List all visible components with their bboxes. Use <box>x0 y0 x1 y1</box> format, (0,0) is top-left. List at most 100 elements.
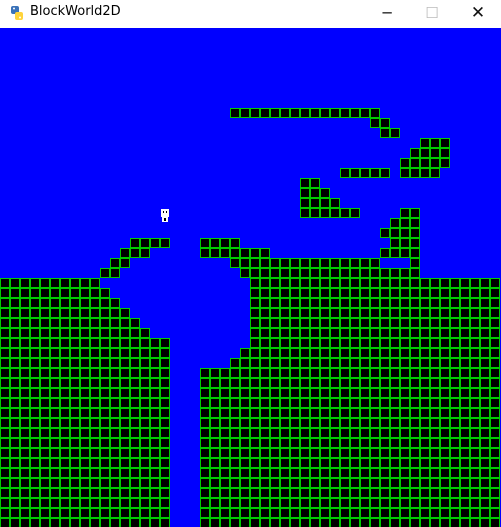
block[interactable] <box>270 358 280 368</box>
block[interactable] <box>210 408 220 418</box>
block[interactable] <box>250 388 260 398</box>
block[interactable] <box>280 508 290 518</box>
block[interactable] <box>230 508 240 518</box>
block[interactable] <box>450 518 460 527</box>
block[interactable] <box>290 308 300 318</box>
block[interactable] <box>270 448 280 458</box>
block[interactable] <box>130 428 140 438</box>
block[interactable] <box>300 468 310 478</box>
block[interactable] <box>20 308 30 318</box>
block[interactable] <box>440 368 450 378</box>
block[interactable] <box>250 378 260 388</box>
block[interactable] <box>30 458 40 468</box>
block[interactable] <box>140 358 150 368</box>
block[interactable] <box>340 438 350 448</box>
block[interactable] <box>310 208 320 218</box>
block[interactable] <box>220 238 230 248</box>
block[interactable] <box>370 108 380 118</box>
block[interactable] <box>350 208 360 218</box>
block[interactable] <box>440 298 450 308</box>
block[interactable] <box>90 398 100 408</box>
block[interactable] <box>340 518 350 527</box>
block[interactable] <box>380 488 390 498</box>
block[interactable] <box>30 358 40 368</box>
block[interactable] <box>380 338 390 348</box>
block[interactable] <box>420 488 430 498</box>
block[interactable] <box>270 308 280 318</box>
block[interactable] <box>400 408 410 418</box>
block[interactable] <box>480 508 490 518</box>
block[interactable] <box>320 338 330 348</box>
block[interactable] <box>320 498 330 508</box>
block[interactable] <box>340 418 350 428</box>
block[interactable] <box>70 428 80 438</box>
block[interactable] <box>460 408 470 418</box>
block[interactable] <box>280 368 290 378</box>
block[interactable] <box>150 338 160 348</box>
block[interactable] <box>0 378 10 388</box>
block[interactable] <box>430 368 440 378</box>
block[interactable] <box>300 338 310 348</box>
block[interactable] <box>340 288 350 298</box>
block[interactable] <box>150 358 160 368</box>
block[interactable] <box>260 488 270 498</box>
block[interactable] <box>10 348 20 358</box>
block[interactable] <box>420 298 430 308</box>
block[interactable] <box>300 278 310 288</box>
block[interactable] <box>240 488 250 498</box>
block[interactable] <box>410 448 420 458</box>
block[interactable] <box>300 108 310 118</box>
block[interactable] <box>330 358 340 368</box>
block[interactable] <box>150 428 160 438</box>
block[interactable] <box>420 288 430 298</box>
block[interactable] <box>450 398 460 408</box>
block[interactable] <box>490 418 500 428</box>
block[interactable] <box>320 258 330 268</box>
block[interactable] <box>100 308 110 318</box>
block[interactable] <box>340 258 350 268</box>
block[interactable] <box>410 218 420 228</box>
block[interactable] <box>300 478 310 488</box>
block[interactable] <box>250 278 260 288</box>
block[interactable] <box>330 438 340 448</box>
block[interactable] <box>280 348 290 358</box>
block[interactable] <box>290 368 300 378</box>
block[interactable] <box>80 458 90 468</box>
block[interactable] <box>340 298 350 308</box>
block[interactable] <box>350 458 360 468</box>
block[interactable] <box>290 298 300 308</box>
block[interactable] <box>290 358 300 368</box>
block[interactable] <box>20 288 30 298</box>
block[interactable] <box>470 478 480 488</box>
block[interactable] <box>410 518 420 527</box>
block[interactable] <box>120 358 130 368</box>
block[interactable] <box>350 488 360 498</box>
block[interactable] <box>420 168 430 178</box>
block[interactable] <box>160 458 170 468</box>
block[interactable] <box>240 268 250 278</box>
block[interactable] <box>40 398 50 408</box>
block[interactable] <box>350 298 360 308</box>
block[interactable] <box>250 438 260 448</box>
block[interactable] <box>380 308 390 318</box>
block[interactable] <box>250 358 260 368</box>
block[interactable] <box>20 448 30 458</box>
block[interactable] <box>330 458 340 468</box>
block[interactable] <box>200 478 210 488</box>
block[interactable] <box>380 518 390 527</box>
block[interactable] <box>380 428 390 438</box>
block[interactable] <box>120 398 130 408</box>
block[interactable] <box>300 258 310 268</box>
block[interactable] <box>130 478 140 488</box>
block[interactable] <box>280 328 290 338</box>
block[interactable] <box>220 428 230 438</box>
block[interactable] <box>260 268 270 278</box>
block[interactable] <box>10 508 20 518</box>
block[interactable] <box>400 468 410 478</box>
block[interactable] <box>490 308 500 318</box>
block[interactable] <box>20 408 30 418</box>
block[interactable] <box>110 348 120 358</box>
block[interactable] <box>230 518 240 527</box>
block[interactable] <box>100 478 110 488</box>
block[interactable] <box>310 338 320 348</box>
